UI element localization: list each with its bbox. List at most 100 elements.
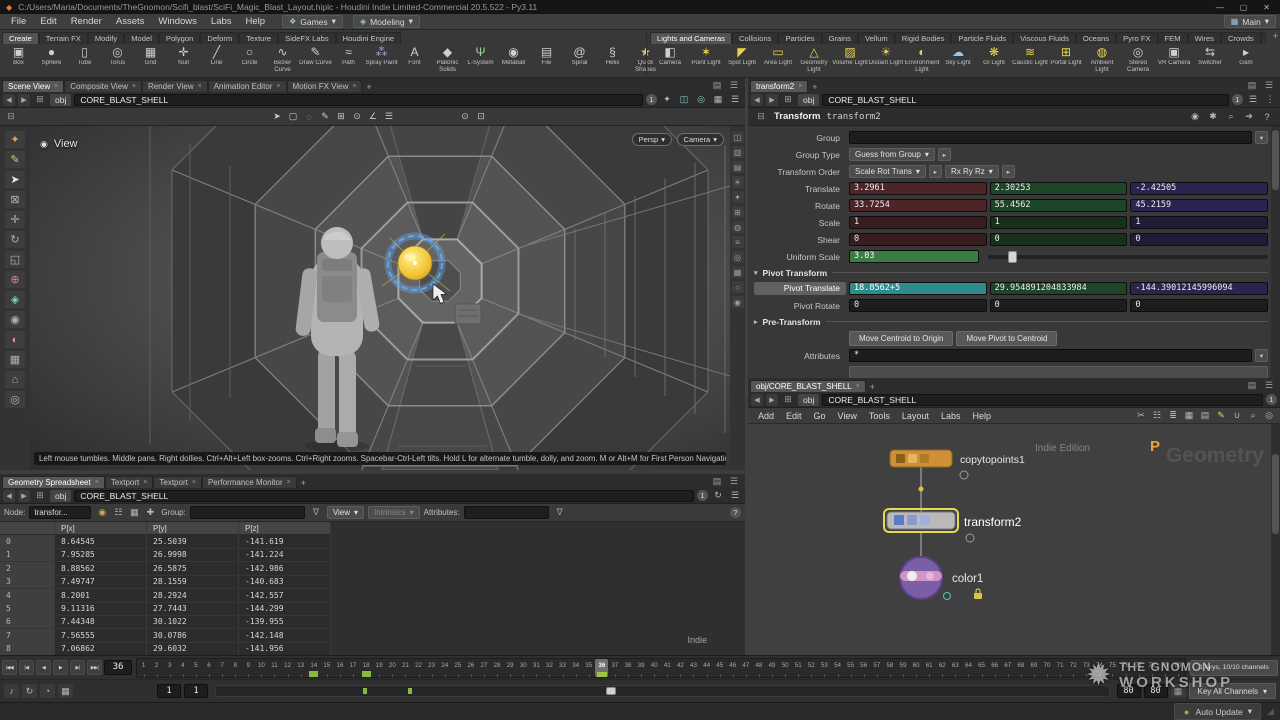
shelf-tab[interactable]: Lights and Cameras <box>650 32 732 44</box>
frame-tick[interactable]: 11 <box>268 659 281 677</box>
tool-stereo-camera[interactable]: ◎Stereo Camera <box>1120 44 1156 78</box>
tool-metaball[interactable]: ◉Metaball <box>497 44 530 78</box>
filter-icon[interactable]: ∇ <box>553 506 567 519</box>
minimize-button[interactable]: — <box>1216 3 1224 12</box>
frame-tick[interactable]: 60 <box>910 659 923 677</box>
scale-y-field[interactable]: 1 <box>990 216 1128 229</box>
frame-tick[interactable]: 80 <box>1171 659 1184 677</box>
close-tab-icon[interactable]: × <box>198 83 202 90</box>
shelf-tab[interactable]: Particle Fluids <box>951 32 1013 44</box>
rotate-order-menu-button[interactable]: ▸ <box>1002 165 1015 178</box>
group-field[interactable] <box>849 131 1252 144</box>
toggle-a-icon[interactable]: ○ <box>732 281 744 293</box>
go-start-button[interactable]: |◀◀ <box>2 660 17 675</box>
network-graph[interactable]: Geometry Indie Edition P copytopoints1 <box>748 424 1280 655</box>
menu-item[interactable]: File <box>4 14 33 29</box>
frame-tick[interactable]: 15 <box>320 659 333 677</box>
frame-tick[interactable]: 67 <box>1001 659 1014 677</box>
rotate-z-field[interactable]: 45.2159 <box>1130 199 1268 212</box>
refresh-icon[interactable]: ↻ <box>711 489 725 502</box>
close-tab-icon[interactable]: × <box>276 83 280 90</box>
close-tab-icon[interactable]: × <box>95 479 99 486</box>
realtime-icon[interactable]: ◔ <box>40 684 55 698</box>
grid-tool-icon[interactable]: ▦ <box>5 351 25 368</box>
select-tool-icon[interactable]: ➤ <box>5 171 25 188</box>
pivot-rotate-z-field[interactable]: 0 <box>1130 299 1268 312</box>
frame-tick[interactable]: 62 <box>936 659 949 677</box>
uniform-scale-slider[interactable] <box>988 255 1268 259</box>
move-pivot-button[interactable]: Move Pivot to Centroid <box>956 331 1057 346</box>
frame-tick[interactable]: 36 <box>595 659 608 677</box>
pivot-rotate-x-field[interactable]: 0 <box>849 299 987 312</box>
shelf-tab[interactable]: SideFX Labs <box>278 32 335 44</box>
dopesheet-icon[interactable]: ▦ <box>58 684 73 698</box>
frame-tick[interactable]: 48 <box>752 659 765 677</box>
menu-item[interactable]: Assets <box>109 14 152 29</box>
frame-tick[interactable]: 7 <box>216 659 229 677</box>
frame-tick[interactable]: 8 <box>229 659 242 677</box>
tool-camera[interactable]: ◧Camera <box>652 44 688 78</box>
dynamics-tool-icon[interactable]: ◈ <box>5 291 25 308</box>
network-scrollbar[interactable] <box>1271 424 1280 655</box>
frame-tick[interactable]: 9 <box>242 659 255 677</box>
close-tab-icon[interactable]: × <box>352 83 356 90</box>
frame-tick[interactable]: 70 <box>1040 659 1053 677</box>
frame-tick[interactable]: 63 <box>949 659 962 677</box>
help-icon[interactable]: ? <box>730 507 741 518</box>
frame-ruler[interactable]: 1234567891011121314151617181920212223242… <box>136 658 1186 678</box>
light-tool-icon[interactable]: ◉ <box>5 311 25 328</box>
frame-tick[interactable]: 56 <box>857 659 870 677</box>
column-header[interactable]: P[x] <box>55 522 147 535</box>
shelf-tab[interactable]: Houdini Engine <box>336 32 402 44</box>
play-reverse-button[interactable]: ◀ <box>36 660 51 675</box>
pane-tab[interactable]: Render View× <box>142 80 208 92</box>
help-icon[interactable]: ? <box>1260 110 1274 123</box>
frame-tick[interactable]: 76 <box>1119 659 1132 677</box>
new-pane-tab-button[interactable]: + <box>808 82 821 92</box>
xform-order-dropdown[interactable]: Scale Rot Trans▾ <box>849 165 926 178</box>
menu-item[interactable]: Help <box>239 14 273 29</box>
dots-icon[interactable]: ⋮ <box>1263 93 1277 106</box>
frame-tick[interactable]: 33 <box>556 659 569 677</box>
shelf-tab[interactable]: Grains <box>822 32 858 44</box>
link-badge[interactable]: 1 <box>1266 394 1277 405</box>
link-badge[interactable]: 1 <box>1232 94 1243 105</box>
table-row[interactable]: 77.5655530.0786-142.148 <box>0 629 330 642</box>
path-context[interactable]: obj <box>50 94 71 106</box>
frame-tick[interactable]: 78 <box>1145 659 1158 677</box>
tool-point-light[interactable]: ✶Point Light <box>688 44 724 78</box>
close-tab-icon[interactable]: × <box>54 83 58 90</box>
tool-helix[interactable]: §Helix <box>596 44 629 78</box>
resize-grip-icon[interactable]: ◢ <box>1267 706 1274 717</box>
add-shelf-button[interactable]: + <box>1273 31 1278 41</box>
vertices-mode-icon[interactable]: ☷ <box>111 506 125 519</box>
tool-portal-light[interactable]: ⊞Portal Light <box>1048 44 1084 78</box>
tool-spiral[interactable]: @Spiral <box>563 44 596 78</box>
star-icon[interactable]: ✦ <box>660 93 674 106</box>
frame-tick[interactable]: 25 <box>451 659 464 677</box>
lock-icon[interactable]: ⊠ <box>5 191 25 208</box>
pane-menu-icon[interactable]: ☰ <box>1262 379 1276 392</box>
rotate-tool-icon[interactable]: ↻ <box>5 231 25 248</box>
shading-icon[interactable]: ▥ <box>732 146 744 158</box>
group-type-menu-button[interactable]: ▸ <box>938 148 951 161</box>
frame-tick[interactable]: 54 <box>831 659 844 677</box>
frame-tick[interactable]: 72 <box>1067 659 1080 677</box>
new-pane-tab-button[interactable]: + <box>362 82 375 92</box>
close-button[interactable]: ✕ <box>1263 3 1270 12</box>
shelf-tab[interactable]: Rigid Bodies <box>895 32 952 44</box>
pivot-rotate-y-field[interactable]: 0 <box>990 299 1128 312</box>
nav-forward-button[interactable]: ▶ <box>18 490 30 502</box>
frame-tick[interactable]: 44 <box>700 659 713 677</box>
display-options-icon[interactable]: ≡ <box>732 236 744 248</box>
attributes-field[interactable]: * <box>849 349 1252 362</box>
menu-item[interactable]: Go <box>808 411 832 421</box>
frame-tick[interactable]: 69 <box>1027 659 1040 677</box>
frame-tick[interactable]: 16 <box>333 659 346 677</box>
select-mode-icon[interactable]: ➤ <box>270 110 284 123</box>
scale-tool-icon[interactable]: ◱ <box>5 251 25 268</box>
pane-tab[interactable]: Composite View× <box>64 80 142 92</box>
xform-order-menu-button[interactable]: ▸ <box>929 165 942 178</box>
node-copytopoints[interactable]: copytopoints1 <box>890 450 1025 479</box>
frame-tick[interactable]: 39 <box>635 659 648 677</box>
